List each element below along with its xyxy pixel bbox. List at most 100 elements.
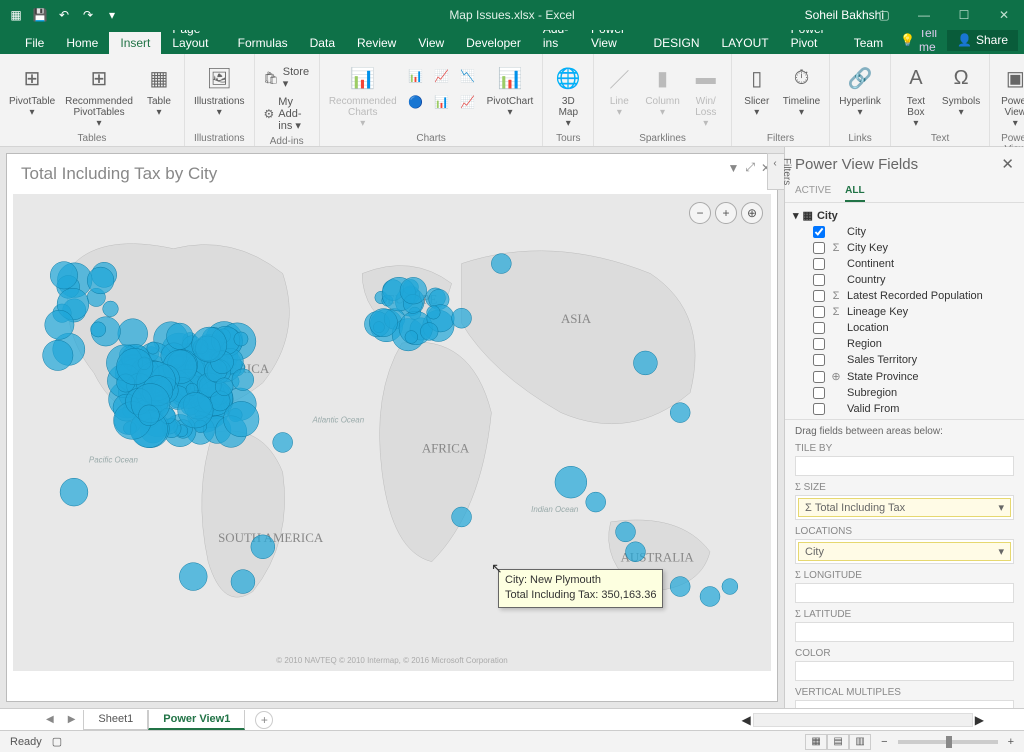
redo-icon[interactable]: ↷ bbox=[80, 7, 96, 23]
tab-all-fields[interactable]: ALL bbox=[845, 181, 864, 202]
map-bubble[interactable] bbox=[722, 579, 738, 595]
dropdown-icon[interactable]: ▾ bbox=[998, 501, 1004, 514]
tab-insert[interactable]: Insert bbox=[109, 32, 161, 54]
field-region[interactable]: Region bbox=[791, 336, 1018, 352]
drop-zone-size[interactable]: Σ Total Including Tax▾ bbox=[795, 495, 1014, 520]
map-bubble[interactable] bbox=[273, 433, 293, 453]
chart-type-icon[interactable]: 📊 bbox=[404, 64, 428, 88]
map-bubble[interactable] bbox=[633, 351, 657, 375]
map-bubble[interactable] bbox=[192, 327, 227, 362]
chart-type-icon[interactable]: 📈 bbox=[430, 64, 454, 88]
map-bubble[interactable] bbox=[167, 323, 193, 349]
sheet-tab-sheet1[interactable]: Sheet1 bbox=[83, 710, 148, 730]
save-icon[interactable]: 💾 bbox=[32, 7, 48, 23]
zoom-out-icon[interactable]: − bbox=[881, 736, 887, 748]
map-bubble[interactable] bbox=[555, 466, 587, 498]
text-box-button[interactable]: ATextBox▾ bbox=[897, 60, 935, 131]
field-checkbox[interactable] bbox=[813, 403, 825, 415]
field-lineage-key[interactable]: ΣLineage Key bbox=[791, 304, 1018, 320]
horizontal-scrollbar[interactable]: ◀ ▶ bbox=[742, 713, 984, 727]
map-bubble[interactable] bbox=[147, 342, 159, 354]
tab-formulas[interactable]: Formulas bbox=[227, 32, 299, 54]
map-bubble[interactable] bbox=[118, 319, 148, 349]
qat-customize-icon[interactable]: ▾ bbox=[104, 7, 120, 23]
map-bubble[interactable] bbox=[178, 393, 213, 428]
slicer-button[interactable]: ▯Slicer▾ bbox=[738, 60, 776, 120]
illustrations-button[interactable]: 🖼Illustrations▾ bbox=[191, 60, 248, 120]
map-bubble[interactable] bbox=[586, 492, 606, 512]
chart-type-icon[interactable]: 📊 bbox=[430, 90, 454, 114]
tab-design[interactable]: DESIGN bbox=[642, 32, 710, 54]
zoom-out-button[interactable]: − bbox=[689, 202, 711, 224]
map-bubble[interactable] bbox=[87, 267, 114, 294]
pivottable-button[interactable]: ⊞PivotTable▾ bbox=[6, 60, 58, 120]
field-table-city[interactable]: ▾ ▦ City bbox=[791, 207, 1018, 224]
map-bubble[interactable] bbox=[117, 348, 153, 384]
drop-zone-vertical-multiples[interactable] bbox=[795, 700, 1014, 708]
drop-zone-color[interactable] bbox=[795, 661, 1014, 681]
map-bubble[interactable] bbox=[427, 306, 441, 320]
map-bubble[interactable] bbox=[626, 542, 646, 562]
map-bubble[interactable] bbox=[223, 401, 258, 436]
3d-map-button[interactable]: 🌐3DMap▾ bbox=[549, 60, 587, 131]
report-title[interactable]: Total Including Tax by City bbox=[7, 154, 777, 194]
map-bubble[interactable] bbox=[670, 577, 690, 597]
field-city[interactable]: City bbox=[791, 224, 1018, 240]
chart-type-icon[interactable]: 🔵 bbox=[404, 90, 428, 114]
close-button[interactable]: ✕ bbox=[984, 0, 1024, 30]
field-checkbox[interactable] bbox=[813, 354, 825, 366]
normal-view-button[interactable]: ▦ bbox=[805, 734, 827, 750]
map-bubble[interactable] bbox=[231, 570, 255, 594]
field-checkbox[interactable] bbox=[813, 274, 825, 286]
drop-zone-locations[interactable]: City▾ bbox=[795, 539, 1014, 564]
map-bubble[interactable] bbox=[215, 378, 233, 396]
map-bubble[interactable] bbox=[179, 563, 207, 591]
map-bubble[interactable] bbox=[232, 369, 254, 391]
undo-icon[interactable]: ↶ bbox=[56, 7, 72, 23]
sheet-tab-power-view1[interactable]: Power View1 bbox=[148, 710, 245, 730]
pivotchart-button[interactable]: 📊PivotChart▾ bbox=[484, 60, 537, 120]
zoom-in-icon[interactable]: + bbox=[1008, 736, 1014, 748]
map-bubble[interactable] bbox=[452, 507, 472, 527]
tab-developer[interactable]: Developer bbox=[455, 32, 532, 54]
field-checkbox[interactable] bbox=[813, 290, 825, 302]
page-break-button[interactable]: ▥ bbox=[849, 734, 871, 750]
field-continent[interactable]: Continent bbox=[791, 256, 1018, 272]
map-bubble[interactable] bbox=[616, 522, 636, 542]
table-button[interactable]: ▦Table▾ bbox=[140, 60, 178, 120]
popout-icon[interactable]: ⤢ bbox=[745, 160, 755, 175]
area-item[interactable]: City▾ bbox=[798, 542, 1011, 561]
sheet-nav-prev[interactable]: ◀ bbox=[40, 714, 60, 725]
map-bubble[interactable] bbox=[139, 405, 160, 426]
field-city-key[interactable]: ΣCity Key bbox=[791, 240, 1018, 256]
field-valid-from[interactable]: Valid From bbox=[791, 401, 1018, 417]
field-sales-territory[interactable]: Sales Territory bbox=[791, 352, 1018, 368]
field-latest-recorded-population[interactable]: ΣLatest Recorded Population bbox=[791, 288, 1018, 304]
scroll-left-icon[interactable]: ◀ bbox=[742, 713, 751, 727]
tab-team[interactable]: Team bbox=[843, 32, 894, 54]
field-checkbox[interactable] bbox=[813, 338, 825, 350]
map-bubble[interactable] bbox=[251, 535, 275, 559]
collapse-icon[interactable]: ▾ bbox=[793, 209, 799, 222]
add-sheet-button[interactable]: + bbox=[255, 711, 273, 729]
map-bubble[interactable] bbox=[234, 332, 248, 346]
sheet-nav-next[interactable]: ▶ bbox=[62, 714, 82, 725]
tab-file[interactable]: File bbox=[14, 32, 55, 54]
my-add-ins-button[interactable]: ⚙My Add-ins ▾ bbox=[261, 94, 313, 134]
map-bubble[interactable] bbox=[670, 403, 690, 423]
power-view-sheet[interactable]: Total Including Tax by City ▼ ⤢ ✕ NORTH … bbox=[6, 153, 778, 702]
map-bubble[interactable] bbox=[452, 308, 472, 328]
field-list[interactable]: ▾ ▦ City CityΣCity KeyContinentCountryΣL… bbox=[785, 203, 1024, 419]
scrollbar-track[interactable] bbox=[753, 713, 973, 727]
tab-active-fields[interactable]: ACTIVE bbox=[795, 181, 831, 202]
zoom-slider[interactable] bbox=[898, 740, 998, 744]
close-pane-icon[interactable]: ✕ bbox=[1001, 155, 1014, 173]
drop-zone-longitude[interactable] bbox=[795, 583, 1014, 603]
map-bubble[interactable] bbox=[369, 309, 397, 337]
timeline-button[interactable]: ⏱Timeline▾ bbox=[780, 60, 823, 120]
map-bubble[interactable] bbox=[405, 331, 418, 344]
field-checkbox[interactable] bbox=[813, 371, 825, 383]
tab-view[interactable]: View bbox=[407, 32, 455, 54]
hyperlink-button[interactable]: 🔗Hyperlink▾ bbox=[836, 60, 884, 120]
field-checkbox[interactable] bbox=[813, 387, 825, 399]
